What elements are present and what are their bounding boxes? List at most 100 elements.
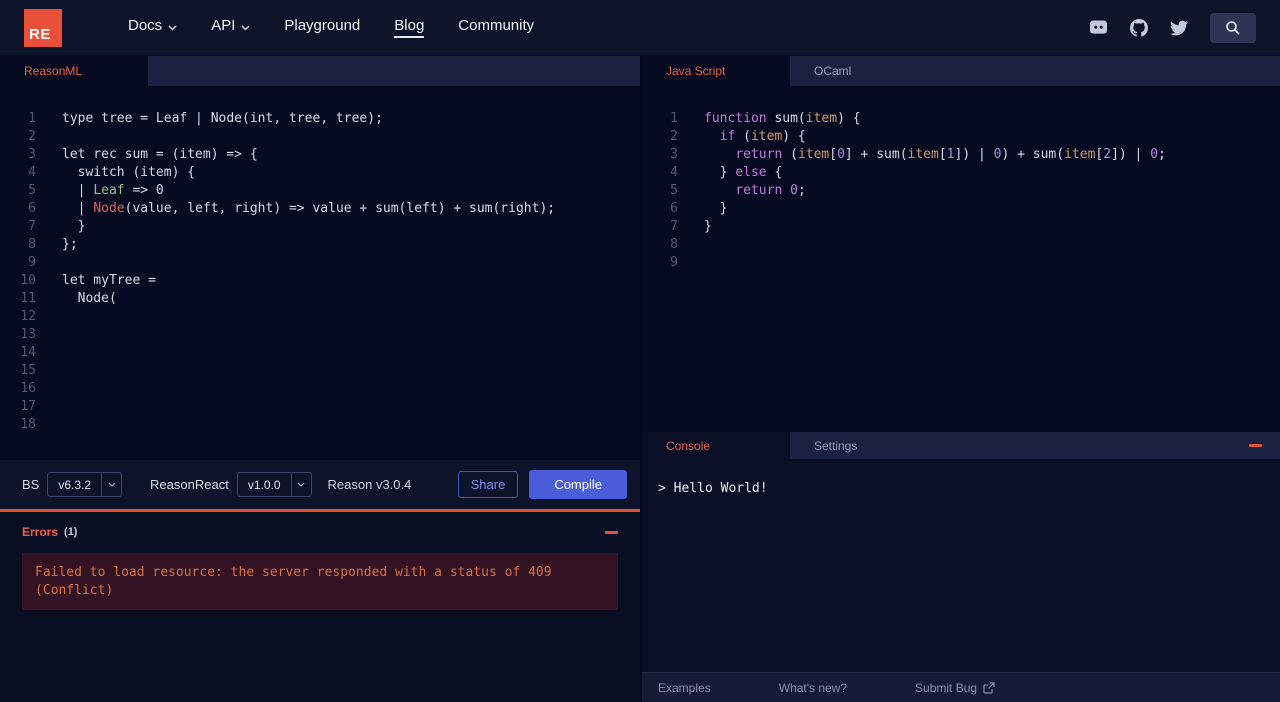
collapse-errors-icon[interactable] (605, 530, 618, 534)
code-line: 2 if (item) { (642, 128, 1280, 146)
search-button[interactable] (1210, 12, 1256, 43)
code-line: 4 } else { (642, 164, 1280, 182)
line-number: 6 (670, 201, 678, 216)
code-line: 6 } (642, 200, 1280, 218)
submit-bug-label: Submit Bug (915, 680, 978, 695)
code-line: 7 } (0, 218, 640, 236)
line-number: 15 (20, 363, 36, 378)
line-number: 13 (20, 327, 36, 342)
tab-ocaml[interactable]: OCaml (790, 56, 890, 86)
external-link-icon (983, 681, 995, 694)
code-line: 18 (0, 416, 640, 434)
examples-link[interactable]: Examples (658, 681, 711, 695)
line-number: 7 (28, 219, 36, 234)
share-button[interactable]: Share (457, 471, 519, 498)
code-line: 16 (0, 380, 640, 398)
code-line: 11 Node( (0, 290, 640, 308)
console-tabstrip: Console Settings (642, 432, 1280, 459)
code-line: 5 return 0; (642, 182, 1280, 200)
code-text: }; (62, 237, 78, 252)
nav-item-playground[interactable]: Playground (284, 17, 360, 38)
error-message: Failed to load resource: the server resp… (22, 553, 618, 610)
line-number: 11 (20, 291, 36, 306)
line-number: 14 (20, 345, 36, 360)
code-line: 3 let rec sum = (item) => { (0, 146, 640, 164)
errors-count: (1) (64, 526, 78, 538)
collapse-console-icon[interactable] (1249, 444, 1262, 447)
tab-javascript[interactable]: Java Script (642, 56, 790, 86)
discord-icon[interactable] (1089, 19, 1108, 36)
code-line: 5 | Leaf => 0 (0, 182, 640, 200)
github-icon[interactable] (1130, 18, 1148, 37)
code-line: 7} (642, 218, 1280, 236)
js-output-editor[interactable]: 1 function sum(item) {2 if (item) {3 retu… (642, 86, 1280, 432)
line-number: 8 (28, 237, 36, 252)
whats-new-link[interactable]: What's new? (779, 681, 847, 695)
line-number: 12 (20, 309, 36, 324)
twitter-icon[interactable] (1170, 19, 1188, 37)
line-number: 2 (670, 129, 678, 144)
line-number: 1 (28, 111, 36, 126)
submit-bug-link[interactable]: Submit Bug (915, 681, 995, 695)
errors-title: Errors (22, 525, 59, 539)
code-line: 1 function sum(item) { (642, 110, 1280, 128)
console-output: > Hello World! (658, 481, 768, 496)
bs-version-value: v6.3.2 (58, 477, 92, 492)
code-text: return (item[0] + sum(item[1]) | 0) + su… (735, 147, 1166, 162)
bs-label: BS (22, 477, 40, 492)
line-number: 16 (20, 381, 36, 396)
line-number: 10 (20, 273, 36, 288)
tab-console[interactable]: Console (642, 432, 790, 459)
compile-toolbar: BS v6.3.2 ReasonReact v1.0.0 Reason v3.0… (0, 460, 640, 509)
line-number: 6 (28, 201, 36, 216)
code-line: 13 (0, 326, 640, 344)
line-number: 8 (670, 237, 678, 252)
bs-version-select[interactable]: v6.3.2 (47, 472, 123, 497)
nav-label-community: Community (458, 17, 535, 34)
main-nav: Docs API Playground Blog Community (128, 0, 534, 55)
code-line: 8}; (0, 236, 640, 254)
nav-icons (1089, 12, 1256, 43)
code-text: Node( (62, 291, 117, 306)
code-text: function sum(item) { (704, 111, 861, 126)
code-line: 17 (0, 398, 640, 416)
code-line: 2 (0, 128, 640, 146)
playground-footer: Examples What's new? Submit Bug (642, 672, 1280, 702)
reasonreact-label: ReasonReact (150, 477, 229, 492)
code-line: 4 switch (item) { (0, 164, 640, 182)
tab-settings[interactable]: Settings (790, 432, 890, 459)
code-text: | Leaf => 0 (62, 183, 164, 198)
nav-item-docs[interactable]: Docs (128, 17, 177, 38)
reason-pane: ReasonML 1 type tree = Leaf | Node(int, t… (0, 56, 640, 702)
nav-item-api[interactable]: API (211, 17, 250, 38)
line-number: 5 (28, 183, 36, 198)
reason-version-label: Reason v3.0.4 (327, 477, 412, 492)
reason-logo[interactable]: RE (24, 8, 62, 47)
line-number: 2 (28, 129, 36, 144)
line-number: 5 (670, 183, 678, 198)
tab-reasonml[interactable]: ReasonML (0, 56, 148, 86)
app: RE Docs API Playground Blog Community Re… (0, 0, 1280, 702)
nav-item-blog[interactable]: Blog (394, 17, 425, 38)
compile-button[interactable]: Compile (529, 470, 627, 499)
code-text: let rec sum = (item) => { (62, 147, 258, 162)
code-line: 10 let myTree = (0, 272, 640, 290)
nav-label-playground: Playground (284, 17, 361, 34)
nav-item-community[interactable]: Community (458, 17, 534, 38)
chevron-down-icon (101, 473, 121, 496)
code-text: } (62, 219, 86, 234)
code-text: if (item) { (719, 129, 806, 144)
code-text: } else { (704, 165, 783, 180)
reasonreact-version-select[interactable]: v1.0.0 (236, 472, 312, 497)
code-text: | Node(value, left, right) => value + su… (62, 201, 556, 216)
reasonreact-version-value: v1.0.0 (247, 477, 281, 492)
line-number: 4 (670, 165, 678, 180)
code-text: let myTree = (62, 273, 156, 288)
line-number: 9 (670, 255, 678, 270)
code-text: } (704, 201, 728, 216)
reason-editor[interactable]: 1 type tree = Leaf | Node(int, tree, tree… (0, 86, 640, 460)
nav-label-api: API (211, 17, 236, 34)
code-text: switch (item) { (62, 165, 196, 180)
output-tabstrip: Java Script OCaml (642, 56, 1280, 86)
output-pane: Java Script OCaml 1 function sum(item) {2… (640, 56, 1280, 702)
